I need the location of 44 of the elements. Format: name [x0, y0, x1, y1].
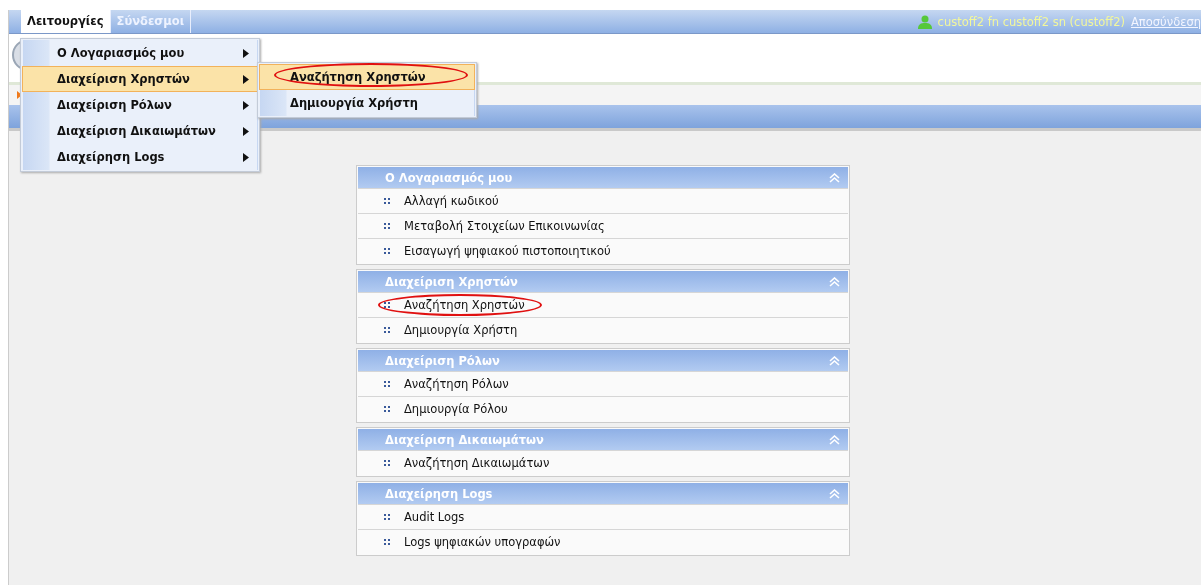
bullet-icon: [384, 381, 390, 387]
submenu-item[interactable]: Δημιουργία Χρήστη: [259, 90, 475, 116]
panel-link[interactable]: Logs ψηφιακών υπογραφών: [404, 535, 561, 549]
panel-link[interactable]: Δημιουργία Ρόλου: [404, 402, 508, 416]
bullet-icon: [384, 248, 390, 254]
panel-link[interactable]: Εισαγωγή ψηφιακού πιστοποιητικού: [404, 244, 611, 258]
bullet-icon: [384, 406, 390, 412]
bullet-icon: [384, 198, 390, 204]
panel-link[interactable]: Αναζήτηση Δικαιωμάτων: [404, 456, 550, 470]
submenu-item[interactable]: Αναζήτηση Χρηστών: [259, 64, 475, 90]
submenu-arrow-icon: [243, 126, 249, 136]
dropdown-item[interactable]: Ο Λογαριασμός μου: [22, 40, 258, 66]
bullet-icon: [384, 539, 390, 545]
bullet-icon: [384, 327, 390, 333]
bullet-icon: [384, 460, 390, 466]
submenu-arrow-icon: [243, 152, 249, 162]
collapse-icon[interactable]: [829, 434, 840, 445]
user-name: custoff2 fn custoff2 sn (custoff2): [937, 14, 1125, 29]
panel-link[interactable]: Αναζήτηση Ρόλων: [404, 377, 509, 391]
collapse-icon[interactable]: [829, 488, 840, 499]
panel-title: Ο Λογαριασμός μου: [385, 170, 513, 185]
collapse-icon[interactable]: [829, 355, 840, 366]
dropdown-item[interactable]: Διαχείριση Δικαιωμάτων: [22, 118, 258, 144]
submenu-arrow-icon: [243, 74, 249, 84]
panel-link[interactable]: Δημιουργία Χρήστη: [404, 323, 518, 337]
panel-title: Διαχείριση Χρηστών: [385, 274, 518, 289]
bullet-icon: [384, 302, 390, 308]
bullet-icon: [384, 514, 390, 520]
collapse-icon[interactable]: [829, 276, 840, 287]
collapse-icon[interactable]: [829, 172, 840, 183]
panel-title: Διαχείριση Δικαιωμάτων: [385, 432, 544, 447]
panel-link[interactable]: Audit Logs: [404, 510, 465, 524]
menu-tab[interactable]: Λειτουργίες: [21, 10, 111, 33]
submenu-arrow-icon: [243, 48, 249, 58]
panel-title: Διαχείρηση Logs: [385, 486, 493, 501]
panel-link[interactable]: Αναζήτηση Χρηστών: [404, 298, 525, 312]
dropdown-item[interactable]: Διαχείρηση Logs: [22, 144, 258, 170]
panel-link[interactable]: Αλλαγή κωδικού: [404, 194, 499, 208]
bullet-icon: [384, 223, 390, 229]
dropdown-item[interactable]: Διαχείριση Χρηστών: [22, 66, 258, 92]
panel-link[interactable]: Μεταβολή Στοιχείων Επικοινωνίας: [404, 219, 605, 233]
submenu-arrow-icon: [243, 100, 249, 110]
user-icon: [917, 14, 932, 29]
panel-title: Διαχείριση Ρόλων: [385, 353, 500, 368]
